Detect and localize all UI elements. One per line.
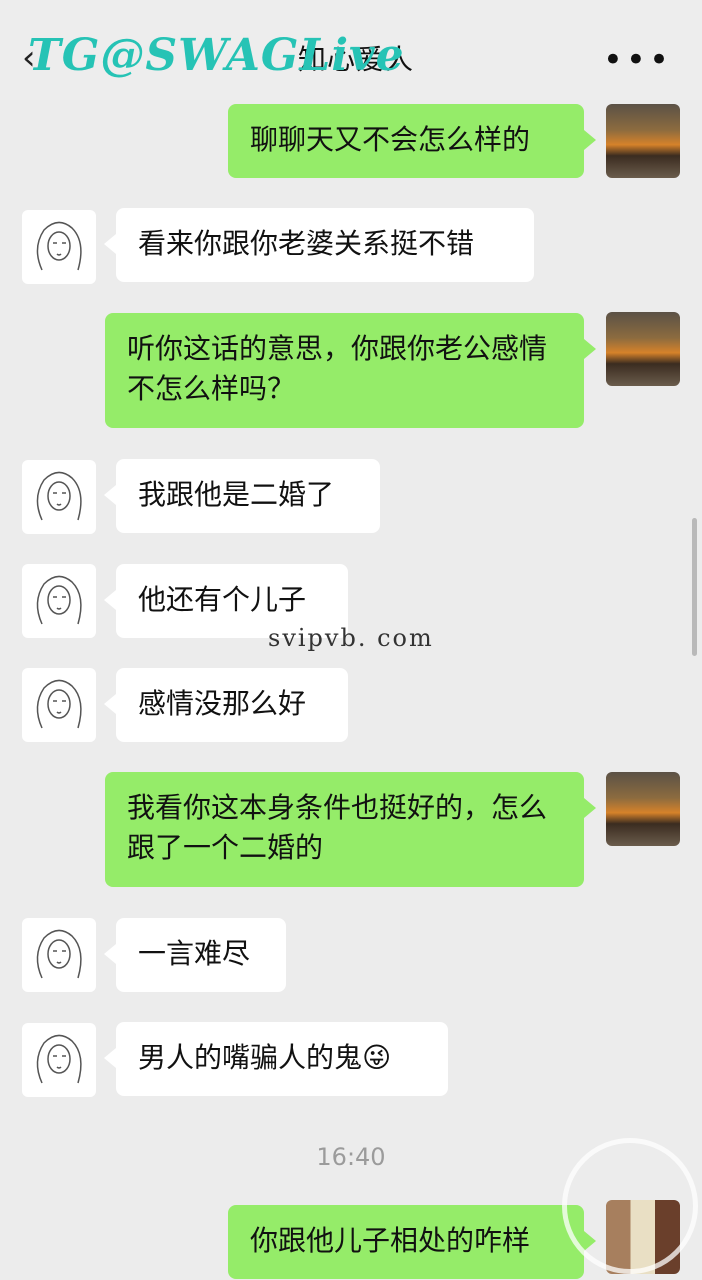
message-bubble-left[interactable]: 看来你跟你老婆关系挺不错 <box>104 208 534 282</box>
overlay-site-text: svipvb. com <box>268 624 434 652</box>
chat-header: ‹ 知心爱人 ••• TG@SWAGLive <box>0 0 702 100</box>
message-bubble-right[interactable]: 我看你这本身条件也挺好的，怎么跟了一个二婚的 <box>105 772 596 887</box>
contact-avatar[interactable] <box>22 564 96 638</box>
my-avatar[interactable] <box>606 104 680 178</box>
scrollbar[interactable] <box>692 518 697 656</box>
message-bubble-left[interactable]: 男人的嘴骗人的鬼😜 <box>104 1022 448 1096</box>
sketch-face-icon <box>36 221 82 271</box>
overlay-ring-icon <box>562 1138 698 1274</box>
more-dots-icon[interactable]: ••• <box>603 40 672 80</box>
message-bubble-right[interactable]: 你跟他儿子相处的咋样 <box>228 1205 596 1279</box>
contact-avatar[interactable] <box>22 668 96 742</box>
sketch-face-icon <box>36 471 82 521</box>
message-bubble-left[interactable]: 我跟他是二婚了 <box>104 459 380 533</box>
my-avatar[interactable] <box>606 772 680 846</box>
sketch-face-icon <box>36 679 82 729</box>
message-bubble-right[interactable]: 聊聊天又不会怎么样的 <box>228 104 596 178</box>
sketch-face-icon <box>36 575 82 625</box>
my-avatar[interactable] <box>606 312 680 386</box>
contact-avatar[interactable] <box>22 460 96 534</box>
message-bubble-left[interactable]: 一言难尽 <box>104 918 286 992</box>
message-bubble-right[interactable]: 听你这话的意思，你跟你老公感情不怎么样吗？ <box>105 313 596 428</box>
contact-avatar[interactable] <box>22 918 96 992</box>
watermark-text: TG@SWAGLive <box>28 30 405 81</box>
contact-avatar[interactable] <box>22 210 96 284</box>
sketch-face-icon <box>36 1034 82 1084</box>
message-bubble-left[interactable]: 感情没那么好 <box>104 668 348 742</box>
sketch-face-icon <box>36 929 82 979</box>
contact-avatar[interactable] <box>22 1023 96 1097</box>
